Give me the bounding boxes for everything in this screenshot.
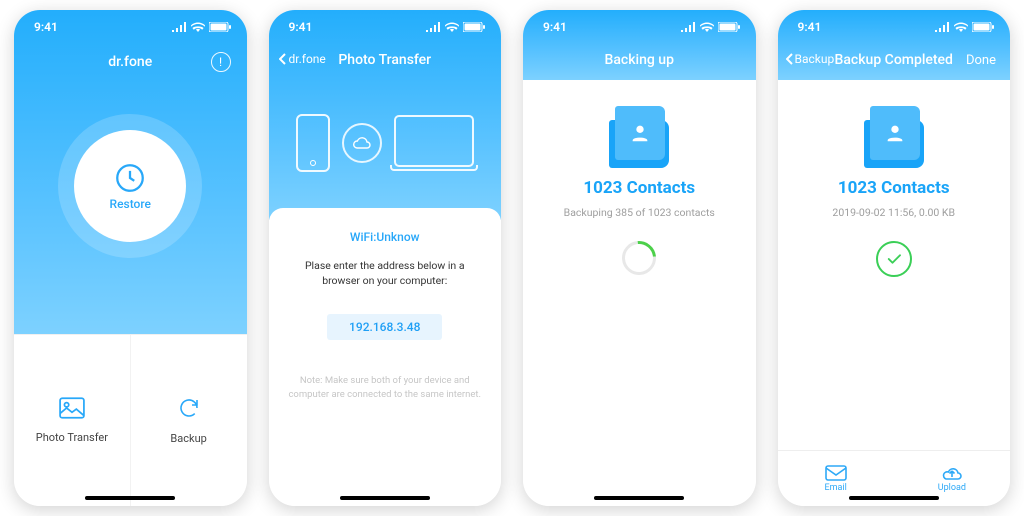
status-bar: 9:41 — [14, 10, 247, 44]
status-icons — [681, 22, 740, 32]
signal-icon — [426, 22, 441, 32]
backup-label: Backup — [170, 432, 206, 445]
restore-button[interactable]: Restore — [74, 130, 186, 242]
laptop-icon — [394, 115, 474, 167]
screen-backing-up: 9:41 Backing up 1023 Contacts Backuping … — [523, 10, 756, 506]
restore-label: Restore — [110, 197, 151, 211]
battery-icon — [209, 22, 231, 32]
upload-label: Upload — [938, 483, 966, 493]
footnote: Note: Make sure both of your device and … — [287, 374, 484, 401]
screen-photo-transfer: 9:41 dr.fone Photo Transfer WiFi:Unknow … — [269, 10, 502, 506]
backup-progress-body: 1023 Contacts Backuping 385 of 1023 cont… — [523, 80, 756, 506]
battery-icon — [463, 22, 485, 32]
done-button[interactable]: Done — [966, 53, 996, 68]
transfer-illustration — [269, 88, 502, 198]
status-icons — [172, 22, 231, 32]
status-time: 9:41 — [289, 20, 313, 34]
cloud-upload-icon — [940, 465, 964, 481]
photo-transfer-tile[interactable]: Photo Transfer — [14, 335, 131, 506]
progress-text: Backuping 385 of 1023 contacts — [564, 206, 715, 219]
contacts-icon — [609, 106, 669, 168]
help-icon[interactable]: ! — [211, 52, 231, 72]
battery-icon — [972, 22, 994, 32]
signal-icon — [681, 22, 696, 32]
status-icons — [935, 22, 994, 32]
backup-meta: 2019-09-02 11:56, 0.00 KB — [832, 206, 955, 219]
signal-icon — [172, 22, 187, 32]
home-actions: Photo Transfer Backup — [14, 334, 247, 506]
success-check-icon — [876, 241, 912, 277]
restore-icon — [113, 161, 147, 195]
wifi-icon — [191, 22, 205, 32]
backup-result-body: 1023 Contacts 2019-09-02 11:56, 0.00 KB … — [778, 80, 1011, 506]
email-label: Email — [824, 483, 846, 493]
sync-icon — [177, 396, 201, 420]
contacts-count: 1023 Contacts — [583, 178, 695, 198]
status-bar: 9:41 — [523, 10, 756, 44]
contacts-icon — [864, 106, 924, 168]
home-indicator — [849, 496, 939, 500]
home-indicator — [594, 496, 684, 500]
status-bar: 9:41 — [269, 10, 502, 44]
status-time: 9:41 — [543, 20, 567, 34]
chevron-left-icon — [279, 53, 287, 65]
wifi-icon — [445, 22, 459, 32]
wifi-icon — [954, 22, 968, 32]
instruction-text: Plase enter the address below in a brows… — [287, 258, 484, 288]
image-icon — [59, 397, 85, 419]
status-time: 9:41 — [34, 20, 58, 34]
phone-icon — [296, 114, 330, 172]
status-bar: 9:41 — [778, 10, 1011, 44]
back-label: dr.fone — [289, 52, 326, 66]
wifi-icon — [700, 22, 714, 32]
progress-spinner — [615, 234, 663, 282]
screen-backup-completed: 9:41 Backup Backup Completed Done 1023 C… — [778, 10, 1011, 506]
backup-tile[interactable]: Backup — [131, 335, 247, 506]
contacts-count: 1023 Contacts — [838, 178, 950, 198]
battery-icon — [718, 22, 740, 32]
home-indicator — [340, 496, 430, 500]
cloud-icon — [342, 123, 382, 163]
ip-address[interactable]: 192.168.3.48 — [327, 314, 442, 340]
home-hero: dr.fone ! Restore — [14, 10, 247, 334]
signal-icon — [935, 22, 950, 32]
photo-transfer-label: Photo Transfer — [36, 431, 108, 444]
wifi-status: WiFi:Unknow — [287, 230, 484, 244]
screen-home: 9:41 dr.fone ! Restore Photo Transfer Ba… — [14, 10, 247, 506]
back-button[interactable]: dr.fone — [279, 52, 326, 66]
status-icons — [426, 22, 485, 32]
transfer-card: WiFi:Unknow Plase enter the address belo… — [269, 208, 502, 506]
screen-title: Backing up — [523, 52, 756, 68]
home-indicator — [85, 496, 175, 500]
mail-icon — [825, 465, 847, 481]
status-time: 9:41 — [798, 20, 822, 34]
